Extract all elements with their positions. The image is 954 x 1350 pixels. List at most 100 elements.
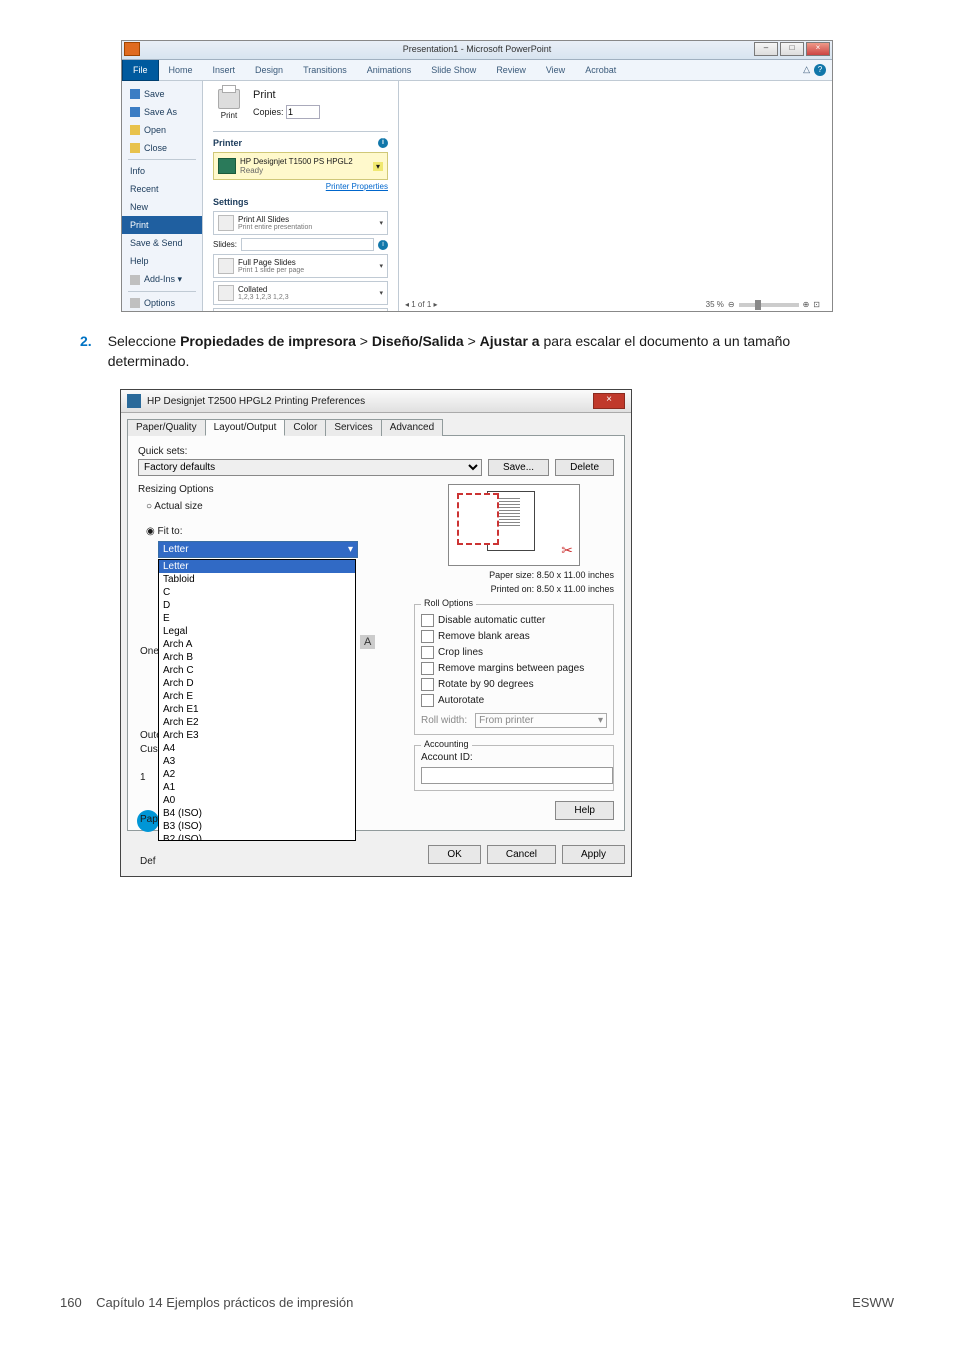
tab-layout-output[interactable]: Layout/Output xyxy=(205,419,286,436)
help-icon[interactable]: ? xyxy=(814,64,826,76)
zoom-in-button[interactable]: ⊕ xyxy=(803,300,810,309)
ribbon-tab-insert[interactable]: Insert xyxy=(203,60,246,80)
size-option[interactable]: D xyxy=(159,599,355,612)
cb-rotate-90[interactable]: Rotate by 90 degrees xyxy=(421,678,607,691)
nav-save-send[interactable]: Save & Send xyxy=(122,234,202,252)
info-icon[interactable]: i xyxy=(378,138,388,148)
zoom-slider[interactable] xyxy=(739,303,799,307)
size-option[interactable]: C xyxy=(159,586,355,599)
app-icon xyxy=(124,42,140,56)
chevron-down-icon: ▾ xyxy=(379,219,383,227)
ribbon-tab-transitions[interactable]: Transitions xyxy=(293,60,357,80)
setting-layout[interactable]: Full Page SlidesPrint 1 slide per page ▾ xyxy=(213,254,388,278)
size-option[interactable]: Legal xyxy=(159,625,355,638)
nav-new[interactable]: New xyxy=(122,198,202,216)
tab-paper-quality[interactable]: Paper/Quality xyxy=(127,419,206,436)
slides-icon xyxy=(218,215,234,231)
size-option[interactable]: B4 (ISO) xyxy=(159,807,355,820)
size-option[interactable]: Arch E3 xyxy=(159,729,355,742)
tab-services[interactable]: Services xyxy=(325,419,381,436)
slides-range-input[interactable] xyxy=(241,238,374,251)
fit-to-select[interactable]: Letter▾ xyxy=(158,541,358,558)
help-button[interactable]: Help xyxy=(555,801,614,820)
maximize-button[interactable]: □ xyxy=(780,42,804,56)
save-quickset-button[interactable]: Save... xyxy=(488,459,549,476)
size-option[interactable]: A0 xyxy=(159,794,355,807)
nav-print[interactable]: Print xyxy=(122,216,202,234)
ribbon-tab-home[interactable]: Home xyxy=(159,60,203,80)
tab-color[interactable]: Color xyxy=(284,419,326,436)
ribbon-tab-animations[interactable]: Animations xyxy=(357,60,422,80)
copies-input[interactable] xyxy=(286,105,320,119)
nav-addins[interactable]: Add-Ins ▾ xyxy=(122,270,202,289)
print-button[interactable]: Print xyxy=(213,89,245,125)
size-option[interactable]: A4 xyxy=(159,742,355,755)
apply-button[interactable]: Apply xyxy=(562,845,625,864)
cb-disable-cutter[interactable]: Disable automatic cutter xyxy=(421,614,607,627)
cb-autorotate[interactable]: Autorotate xyxy=(421,694,607,707)
setting-color[interactable]: Color ▾ xyxy=(213,308,388,312)
nav-open[interactable]: Open xyxy=(122,121,202,139)
size-option[interactable]: Tabloid xyxy=(159,573,355,586)
chevron-down-icon: ▾ xyxy=(373,162,383,171)
setting-collate[interactable]: Collated1,2,3 1,2,3 1,2,3 ▾ xyxy=(213,281,388,305)
size-option[interactable]: B2 (ISO) xyxy=(159,833,355,841)
printer-device-icon xyxy=(218,158,236,174)
size-option[interactable]: Letter xyxy=(159,560,355,573)
save-as-icon xyxy=(130,107,140,117)
size-option[interactable]: Arch A xyxy=(159,638,355,651)
setting-print-what[interactable]: Print All SlidesPrint entire presentatio… xyxy=(213,211,388,235)
chevron-down-icon: ▾ xyxy=(348,544,353,555)
delete-quickset-button[interactable]: Delete xyxy=(555,459,614,476)
size-option[interactable]: Arch D xyxy=(159,677,355,690)
size-option[interactable]: E xyxy=(159,612,355,625)
zoom-out-button[interactable]: ⊖ xyxy=(728,300,735,309)
cb-remove-blank[interactable]: Remove blank areas xyxy=(421,630,607,643)
ribbon-tab-file[interactable]: File xyxy=(122,60,159,81)
roll-width-select[interactable]: From printer▾ xyxy=(475,713,607,728)
cancel-button[interactable]: Cancel xyxy=(487,845,556,864)
chevron-down-icon: ▾ xyxy=(379,262,383,270)
nav-close[interactable]: Close xyxy=(122,139,202,157)
radio-actual-size[interactable]: ○ Actual size xyxy=(146,501,394,512)
nav-options[interactable]: Options xyxy=(122,294,202,312)
callout-label-a: A xyxy=(360,635,375,649)
size-option[interactable]: A1 xyxy=(159,781,355,794)
radio-fit-to[interactable]: ◉ Fit to: xyxy=(146,526,394,537)
ribbon-tab-review[interactable]: Review xyxy=(486,60,536,80)
cb-remove-margins[interactable]: Remove margins between pages xyxy=(421,662,607,675)
ribbon-minimize-icon[interactable]: △ xyxy=(803,64,810,76)
size-dropdown-list[interactable]: LetterTabloidCDELegalArch AArch BArch CA… xyxy=(158,559,356,841)
window-close-button[interactable]: × xyxy=(806,42,830,56)
nav-info[interactable]: Info xyxy=(122,162,202,180)
ribbon-tab-view[interactable]: View xyxy=(536,60,575,80)
size-option[interactable]: Arch E xyxy=(159,690,355,703)
ribbon-tab-slideshow[interactable]: Slide Show xyxy=(421,60,486,80)
size-option[interactable]: Arch E1 xyxy=(159,703,355,716)
printer-section-label: Printer xyxy=(213,138,242,148)
size-option[interactable]: A3 xyxy=(159,755,355,768)
size-option[interactable]: Arch B xyxy=(159,651,355,664)
tab-advanced[interactable]: Advanced xyxy=(381,419,443,436)
cb-crop-lines[interactable]: Crop lines xyxy=(421,646,607,659)
page-indicator[interactable]: ◂ 1 of 1 ▸ xyxy=(405,300,438,309)
dialog-close-button[interactable]: × xyxy=(593,393,625,409)
minimize-button[interactable]: – xyxy=(754,42,778,56)
size-option[interactable]: Arch C xyxy=(159,664,355,677)
size-option[interactable]: B3 (ISO) xyxy=(159,820,355,833)
nav-save-as[interactable]: Save As xyxy=(122,103,202,121)
ribbon-tab-design[interactable]: Design xyxy=(245,60,293,80)
size-option[interactable]: Arch E2 xyxy=(159,716,355,729)
nav-save[interactable]: Save xyxy=(122,85,202,103)
quick-sets-select[interactable]: Factory defaults xyxy=(138,459,482,476)
printer-properties-link[interactable]: Printer Properties xyxy=(213,182,388,191)
info-icon[interactable]: i xyxy=(378,240,388,250)
ok-button[interactable]: OK xyxy=(428,845,480,864)
nav-help[interactable]: Help xyxy=(122,252,202,270)
nav-recent[interactable]: Recent xyxy=(122,180,202,198)
fit-page-button[interactable]: ⊡ xyxy=(813,300,820,309)
printer-selector[interactable]: HP Designjet T1500 PS HPGL2 Ready ▾ xyxy=(213,152,388,180)
size-option[interactable]: A2 xyxy=(159,768,355,781)
account-id-input[interactable] xyxy=(421,767,613,784)
ribbon-tab-acrobat[interactable]: Acrobat xyxy=(575,60,626,80)
